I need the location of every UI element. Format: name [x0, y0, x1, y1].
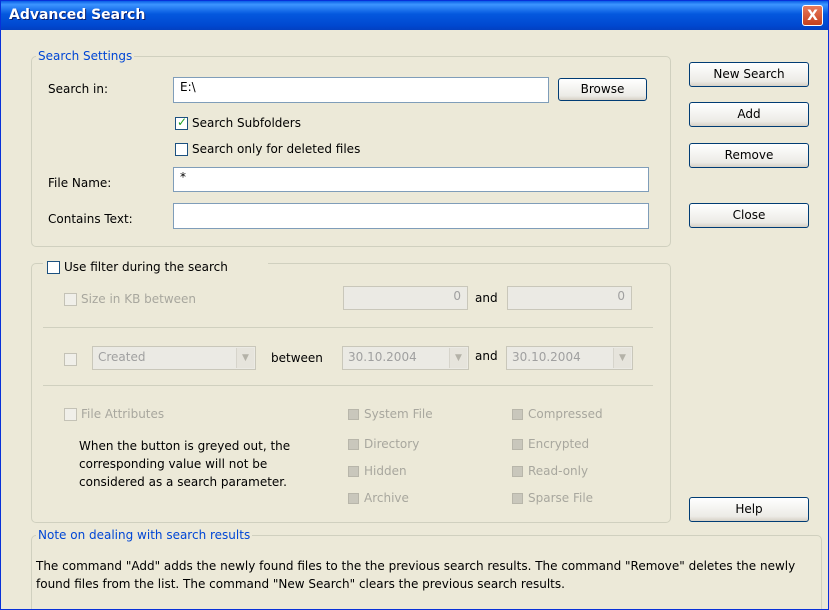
file-attributes-label: File Attributes	[81, 407, 165, 421]
window-title: Advanced Search	[9, 7, 146, 23]
date-from-picker[interactable]: 30.10.2004 ▼	[342, 346, 469, 370]
search-in-field[interactable]: E:\	[173, 77, 549, 103]
date-type-select[interactable]: Created ▼	[92, 346, 256, 370]
date-type-value: Created	[98, 350, 146, 364]
deleted-files-checkbox[interactable]	[175, 143, 188, 156]
browse-button[interactable]: Browse	[558, 78, 647, 101]
help-button[interactable]: Help	[689, 497, 809, 522]
size-max-input[interactable]: 0	[507, 286, 632, 310]
deleted-files-label: Search only for deleted files	[192, 142, 361, 156]
directory-label: Directory	[364, 437, 420, 451]
search-subfolders-checkbox[interactable]	[175, 115, 188, 130]
sparse-file-label: Sparse File	[528, 491, 594, 505]
file-attributes-checkbox[interactable]	[64, 408, 77, 421]
contains-text-label: Contains Text:	[48, 212, 133, 226]
size-and-label: and	[475, 291, 498, 305]
search-in-label: Search in:	[48, 82, 109, 96]
close-button[interactable]: Close	[689, 203, 809, 228]
date-filter-checkbox[interactable]	[64, 353, 77, 366]
date-to-picker[interactable]: 30.10.2004 ▼	[506, 346, 633, 370]
read-only-label: Read-only	[528, 464, 589, 478]
date-to-value: 30.10.2004	[512, 350, 581, 364]
system-file-toggle[interactable]	[348, 409, 359, 420]
filter-separator-2	[43, 385, 653, 386]
sparse-file-toggle[interactable]	[512, 493, 523, 504]
attributes-note: When the button is greyed out, the corre…	[79, 439, 291, 489]
hidden-label: Hidden	[364, 464, 407, 478]
chevron-down-icon: ▼	[236, 348, 254, 368]
encrypted-label: Encrypted	[528, 437, 590, 451]
add-button[interactable]: Add	[689, 102, 809, 127]
date-from-value: 30.10.2004	[348, 350, 417, 364]
system-file-label: System File	[364, 407, 433, 421]
directory-toggle[interactable]	[348, 439, 359, 450]
between-label: between	[271, 351, 323, 365]
use-filter-checkbox[interactable]	[47, 261, 60, 274]
chevron-down-icon: ▼	[613, 348, 631, 368]
file-name-label: File Name:	[48, 176, 112, 190]
note-text: The command "Add" adds the newly found f…	[36, 559, 796, 591]
compressed-label: Compressed	[528, 407, 603, 421]
encrypted-toggle[interactable]	[512, 439, 523, 450]
advanced-search-dialog: Advanced Search X Search Settings Search…	[0, 0, 829, 610]
search-subfolders-label: Search Subfolders	[192, 116, 301, 130]
search-settings-legend: Search Settings	[38, 49, 133, 63]
close-window-button[interactable]: X	[802, 5, 823, 26]
note-legend: Note on dealing with search results	[38, 528, 251, 542]
filter-separator-1	[43, 327, 653, 328]
size-min-input[interactable]: 0	[343, 286, 468, 310]
contains-text-input[interactable]	[173, 203, 649, 229]
archive-toggle[interactable]	[348, 493, 359, 504]
use-filter-label: Use filter during the search	[64, 260, 228, 274]
date-and-label: and	[475, 349, 498, 363]
size-filter-label: Size in KB between	[81, 292, 197, 306]
size-filter-checkbox[interactable]	[64, 293, 77, 306]
read-only-toggle[interactable]	[512, 466, 523, 477]
file-name-input[interactable]: *	[173, 167, 649, 192]
remove-button[interactable]: Remove	[689, 143, 809, 168]
compressed-toggle[interactable]	[512, 409, 523, 420]
hidden-toggle[interactable]	[348, 466, 359, 477]
archive-label: Archive	[364, 491, 409, 505]
title-bar[interactable]: Advanced Search X	[1, 1, 828, 30]
chevron-down-icon: ▼	[449, 348, 467, 368]
new-search-button[interactable]: New Search	[689, 62, 809, 87]
